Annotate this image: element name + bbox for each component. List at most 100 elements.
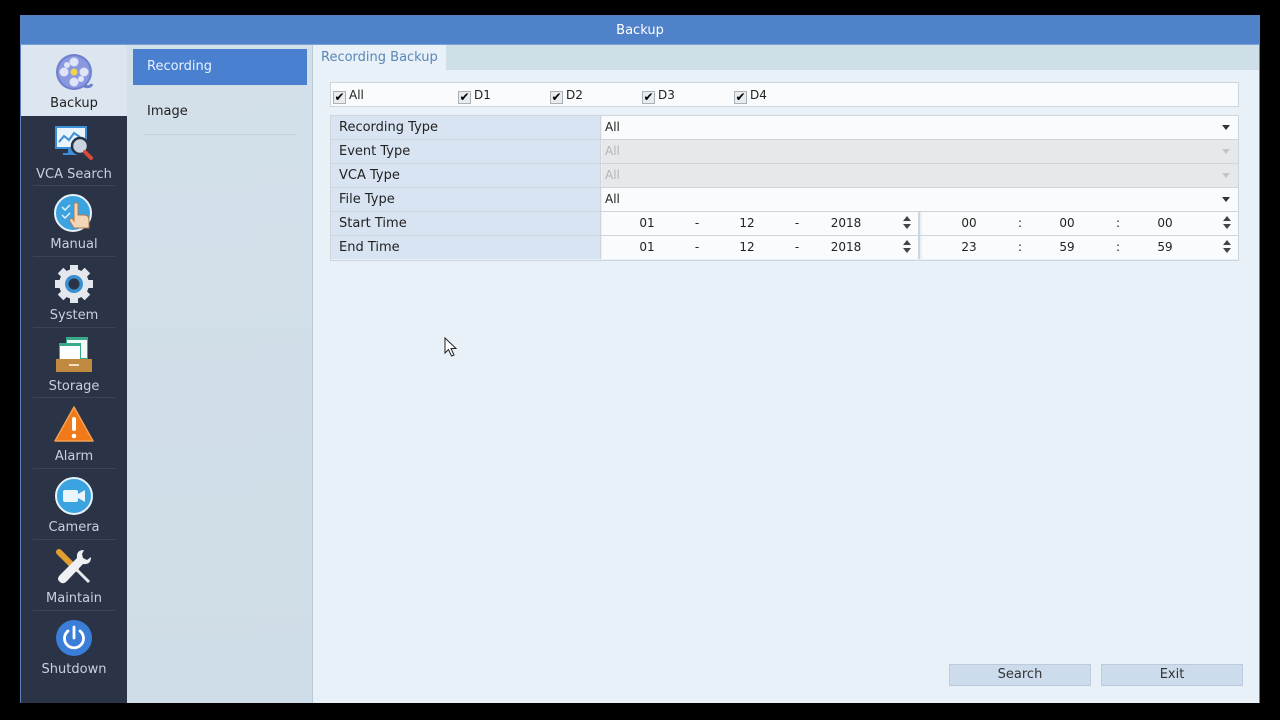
day-field[interactable]: 01 xyxy=(632,236,662,259)
nav-label: Shutdown xyxy=(41,661,107,677)
select-value: All xyxy=(605,168,620,182)
hour-field[interactable]: 23 xyxy=(954,236,984,259)
spin-down-icon[interactable] xyxy=(1223,224,1231,229)
select-value: All xyxy=(605,192,620,206)
date-separator: - xyxy=(794,240,800,254)
nav-item-storage[interactable]: Storage xyxy=(21,328,127,399)
event-type-select: All xyxy=(602,140,1238,163)
checkbox-d3[interactable]: ✔ D3 xyxy=(642,86,675,104)
start-time-input[interactable]: 00 : 00 : 00 xyxy=(922,212,1238,235)
checkbox-label: D1 xyxy=(474,88,491,102)
nav-label: Storage xyxy=(48,378,100,394)
divider xyxy=(143,134,297,135)
sub-item-image[interactable]: Image xyxy=(133,94,307,130)
checkbox-all[interactable]: ✔ All xyxy=(333,86,364,104)
second-field[interactable]: 00 xyxy=(1150,212,1180,235)
date-separator: - xyxy=(794,216,800,230)
minute-field[interactable]: 59 xyxy=(1052,236,1082,259)
checkbox-d2[interactable]: ✔ D2 xyxy=(550,86,583,104)
form-row-end-time: End Time 01 - 12 - 2018 23 : 59 : 59 xyxy=(331,236,1238,260)
backup-window: Backup Backup VCA Search Manual System S… xyxy=(20,15,1260,703)
time-separator: : xyxy=(1115,240,1121,254)
field-label: VCA Type xyxy=(331,164,601,187)
select-value: All xyxy=(605,144,620,158)
end-time-input[interactable]: 23 : 59 : 59 xyxy=(922,236,1238,259)
checkbox-check-icon: ✔ xyxy=(550,90,563,104)
form-row-event-type: Event Type All xyxy=(331,140,1238,164)
nav-label: Camera xyxy=(48,520,100,536)
nav-label: Alarm xyxy=(54,449,94,465)
time-spinner[interactable] xyxy=(1223,240,1232,255)
tab-recording-backup[interactable]: Recording Backup xyxy=(313,45,446,70)
hour-field[interactable]: 00 xyxy=(954,212,984,235)
spin-down-icon[interactable] xyxy=(1223,248,1231,253)
time-spinner[interactable] xyxy=(1223,216,1232,231)
nav-item-vca-search[interactable]: VCA Search xyxy=(21,116,127,187)
form-row-start-time: Start Time 01 - 12 - 2018 00 : 00 : 00 xyxy=(331,212,1238,236)
year-field[interactable]: 2018 xyxy=(826,236,866,259)
time-separator: : xyxy=(1115,216,1121,230)
spin-down-icon[interactable] xyxy=(903,248,911,253)
nav-item-shutdown[interactable]: Shutdown xyxy=(21,611,127,682)
checkbox-check-icon: ✔ xyxy=(333,90,346,104)
window-title: Backup xyxy=(21,16,1259,45)
spin-up-icon[interactable] xyxy=(1223,240,1231,245)
hand-pointer-icon xyxy=(54,194,92,233)
checkbox-check-icon: ✔ xyxy=(642,90,655,104)
checkbox-check-icon: ✔ xyxy=(458,90,471,104)
field-label: File Type xyxy=(331,188,601,211)
content-panel: Recording Backup ✔ All ✔ D1 ✔ D2 ✔ D3 ✔ D4 Re… xyxy=(313,45,1259,703)
month-field[interactable]: 12 xyxy=(732,236,762,259)
nav-item-camera[interactable]: Camera xyxy=(21,469,127,540)
wrench-screwdriver-icon xyxy=(56,548,91,584)
tab-bar: Recording Backup xyxy=(313,45,1259,70)
start-date-input[interactable]: 01 - 12 - 2018 xyxy=(602,212,920,235)
chevron-down-icon xyxy=(1222,125,1230,130)
checkbox-label: D4 xyxy=(750,88,767,102)
nav-label: System xyxy=(49,308,99,324)
day-field[interactable]: 01 xyxy=(632,212,662,235)
nav-label: Manual xyxy=(50,237,98,253)
date-spinner[interactable] xyxy=(903,240,912,255)
nav-item-system[interactable]: System xyxy=(21,257,127,328)
recording-type-select[interactable]: All xyxy=(602,116,1238,139)
form-row-recording-type: Recording Type All xyxy=(331,116,1238,140)
chevron-down-icon xyxy=(1222,149,1230,154)
checkbox-d4[interactable]: ✔ D4 xyxy=(734,86,767,104)
film-reel-icon xyxy=(56,54,94,90)
spin-up-icon[interactable] xyxy=(903,216,911,221)
checkbox-d1[interactable]: ✔ D1 xyxy=(458,86,491,104)
second-field[interactable]: 59 xyxy=(1150,236,1180,259)
field-label: Start Time xyxy=(331,212,601,235)
select-value: All xyxy=(605,120,620,134)
sub-item-recording[interactable]: Recording xyxy=(133,49,307,85)
field-label: Event Type xyxy=(331,140,601,163)
date-separator: - xyxy=(694,216,700,230)
nav-item-manual[interactable]: Manual xyxy=(21,186,127,258)
minute-field[interactable]: 00 xyxy=(1052,212,1082,235)
nav-item-alarm[interactable]: Alarm xyxy=(21,398,127,470)
year-field[interactable]: 2018 xyxy=(826,212,866,235)
main-nav: Backup VCA Search Manual System Storage … xyxy=(21,45,127,703)
spin-up-icon[interactable] xyxy=(1223,216,1231,221)
date-spinner[interactable] xyxy=(903,216,912,231)
monitor-search-icon xyxy=(55,125,93,160)
spin-up-icon[interactable] xyxy=(903,240,911,245)
chevron-down-icon xyxy=(1222,173,1230,178)
nav-item-backup[interactable]: Backup xyxy=(21,45,127,116)
checkbox-label: D2 xyxy=(566,88,583,102)
form-row-vca-type: VCA Type All xyxy=(331,164,1238,188)
checkbox-label: All xyxy=(349,88,364,102)
search-button[interactable]: Search xyxy=(949,664,1091,686)
nav-item-maintain[interactable]: Maintain xyxy=(21,540,127,611)
checkbox-label: D3 xyxy=(658,88,675,102)
chevron-down-icon xyxy=(1222,197,1230,202)
sub-nav: Recording Image xyxy=(127,45,313,703)
checkbox-check-icon: ✔ xyxy=(734,90,747,104)
spin-down-icon[interactable] xyxy=(903,224,911,229)
end-date-input[interactable]: 01 - 12 - 2018 xyxy=(602,236,920,259)
exit-button[interactable]: Exit xyxy=(1101,664,1243,686)
month-field[interactable]: 12 xyxy=(732,212,762,235)
file-type-select[interactable]: All xyxy=(602,188,1238,211)
nav-label: Backup xyxy=(50,96,98,111)
